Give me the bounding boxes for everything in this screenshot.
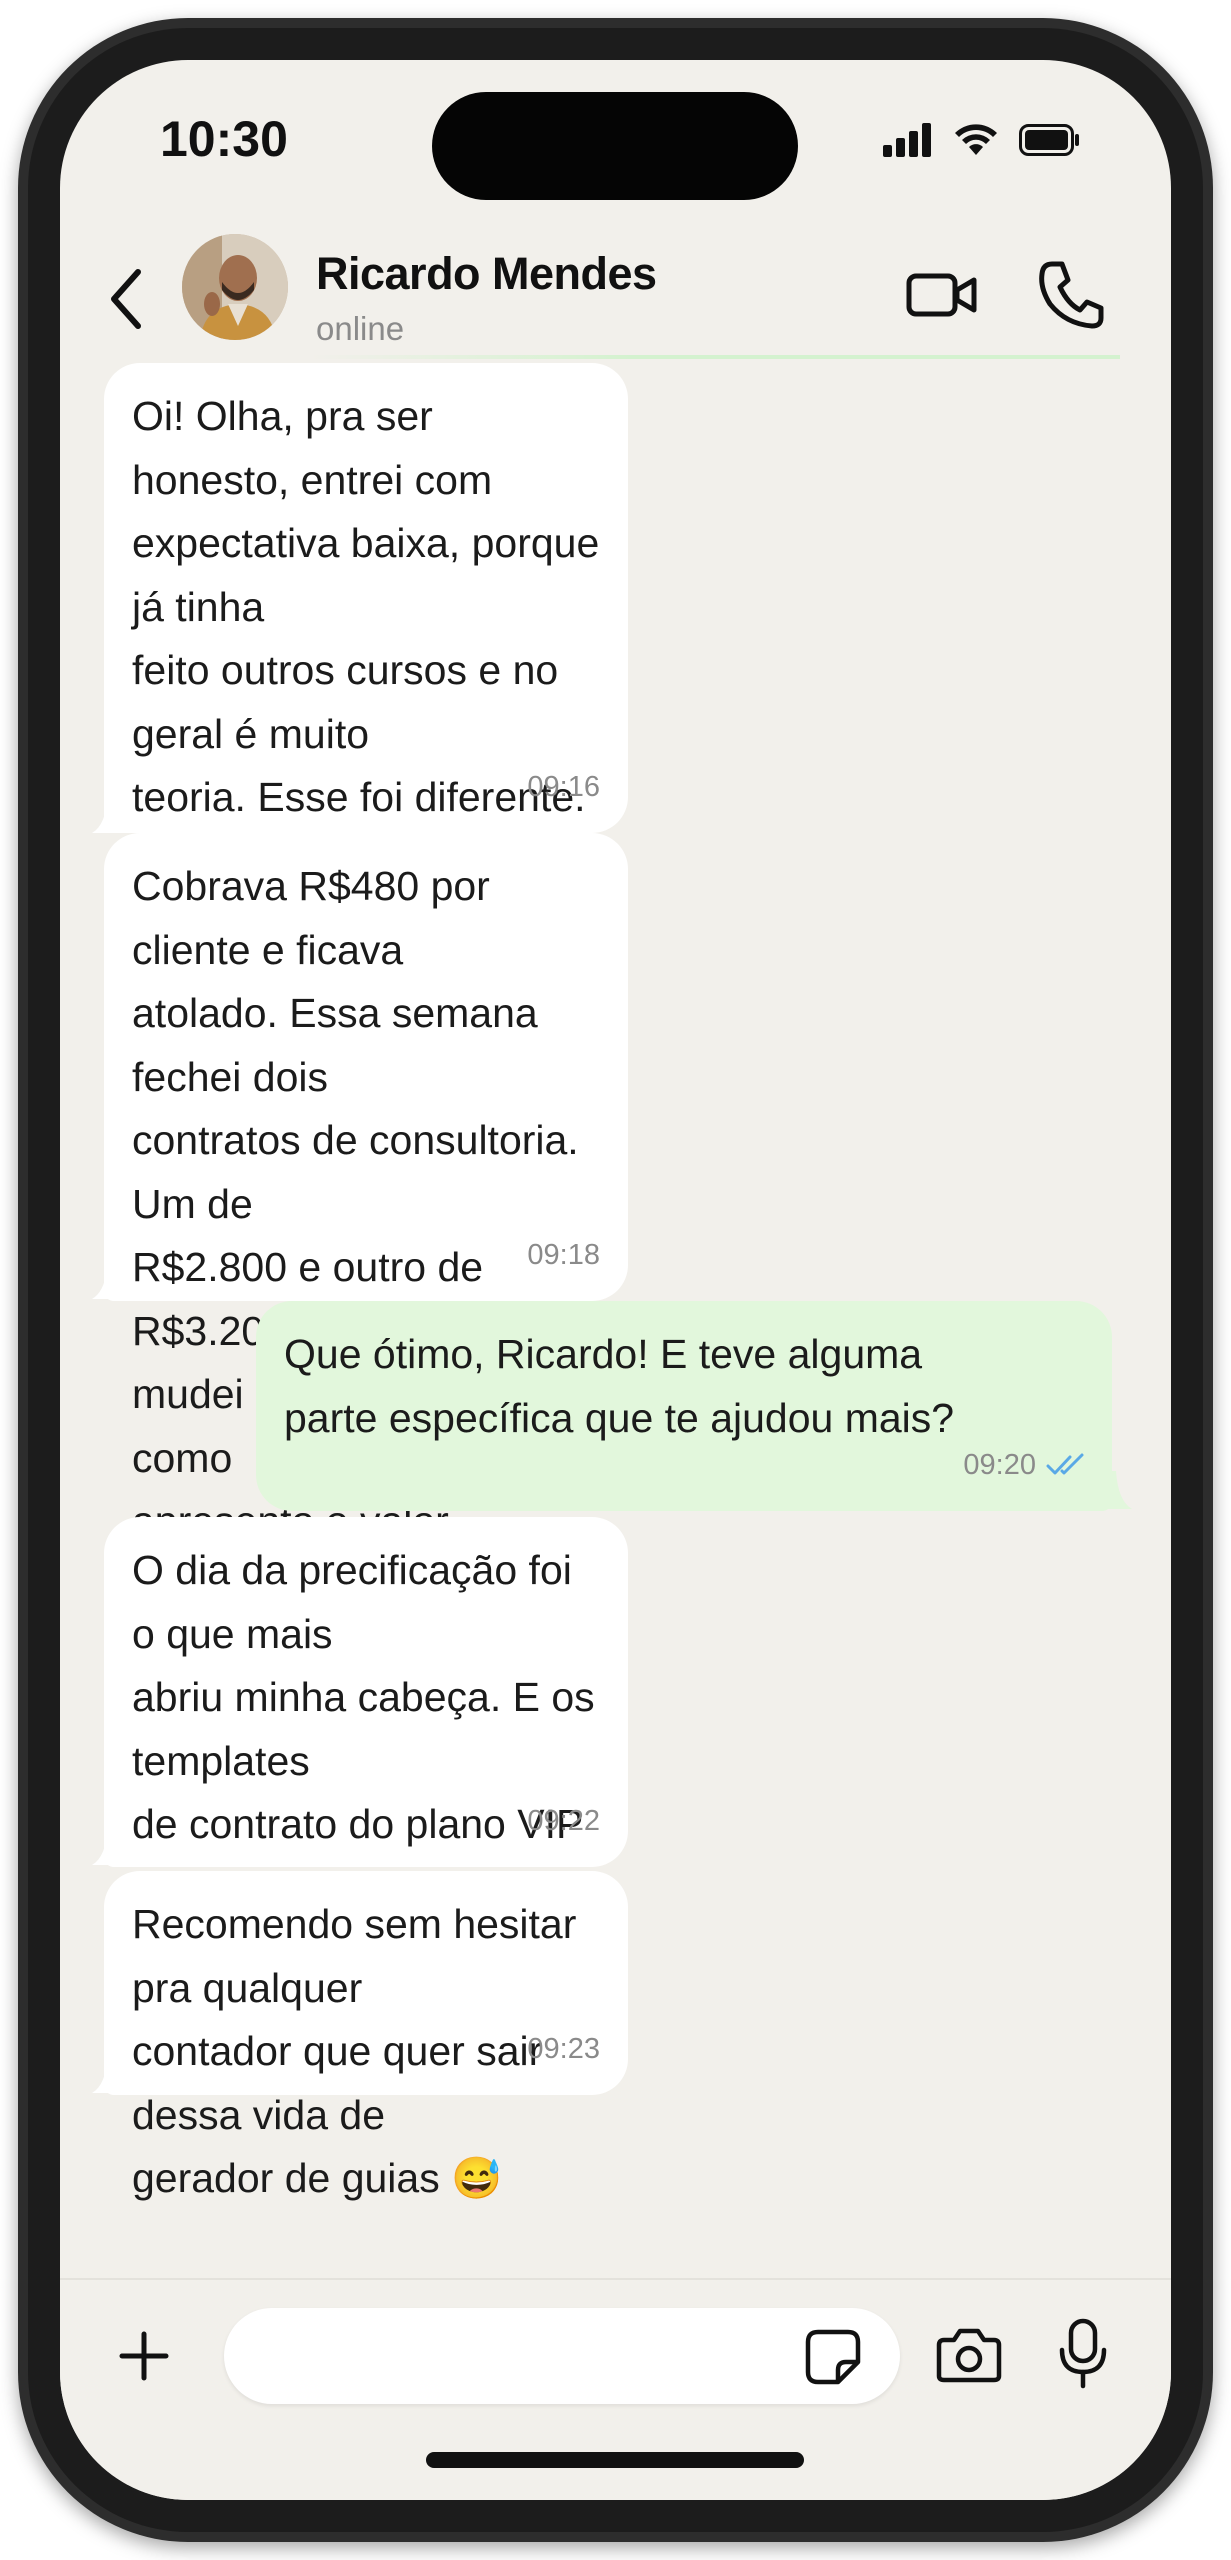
double-check-icon [1046, 1453, 1084, 1475]
bubble-tail [92, 1261, 124, 1299]
bubble-tail-outgoing [1100, 1471, 1132, 1509]
plus-icon[interactable] [116, 2328, 172, 2384]
dynamic-island [432, 92, 798, 200]
microphone-icon[interactable] [1058, 2318, 1108, 2390]
battery-icon [1019, 124, 1079, 156]
camera-icon[interactable] [936, 2326, 1002, 2384]
message-time-text: 09:16 [527, 770, 600, 803]
chat-header: Ricardo Mendes online [60, 220, 1171, 360]
message-time-text: 09:18 [527, 1238, 600, 1271]
avatar-portrait [182, 234, 288, 340]
message-time: 09:20 [963, 1434, 1088, 1498]
phone-icon[interactable] [1038, 260, 1104, 330]
video-camera-icon[interactable] [906, 270, 978, 320]
home-indicator[interactable] [426, 2452, 804, 2468]
sticker-icon[interactable] [804, 2328, 862, 2386]
message-bubble[interactable]: Recomendo sem hesitar pra qualquer conta… [104, 1871, 628, 2201]
message-time-text: 09:22 [527, 1804, 600, 1837]
message-time: 09:16 [527, 756, 600, 820]
header-divider [310, 355, 1120, 359]
status-bar-time: 10:30 [160, 111, 288, 167]
cellular-signal-icon [883, 123, 931, 157]
message-input[interactable] [224, 2308, 900, 2404]
contact-status: online [316, 310, 405, 347]
bubble-tail [92, 795, 124, 833]
message-time: 09:18 [527, 1224, 600, 1288]
avatar[interactable] [182, 234, 288, 340]
message-time-text: 09:20 [963, 1448, 1036, 1481]
message-bubble[interactable]: Cobrava R$480 por cliente e ficava atola… [104, 833, 628, 1544]
contact-name[interactable]: Ricardo Mendes [316, 248, 657, 300]
bubble-tail [92, 2055, 124, 2093]
bubble-tail [92, 1827, 124, 1865]
status-bar-icons [883, 118, 1081, 162]
message-bubble-outgoing[interactable]: Que ótimo, Ricardo! E teve alguma parte … [256, 1301, 1112, 1511]
chat-screen: 10:30 Ricardo Mendes online Oi! Olha, pr… [60, 60, 1171, 2500]
back-chevron-icon[interactable] [102, 264, 152, 334]
message-time-text: 09:23 [527, 2032, 600, 2065]
message-bubble[interactable]: Oi! Olha, pra ser honesto, entrei com ex… [104, 363, 628, 1074]
message-time: 09:22 [527, 1790, 600, 1854]
message-time: 09:23 [527, 2018, 600, 2082]
wifi-icon [955, 124, 997, 155]
message-bubble[interactable]: O dia da precificação foi o que mais abr… [104, 1517, 628, 2101]
message-text: Que ótimo, Ricardo! E teve alguma parte … [284, 1331, 955, 1441]
